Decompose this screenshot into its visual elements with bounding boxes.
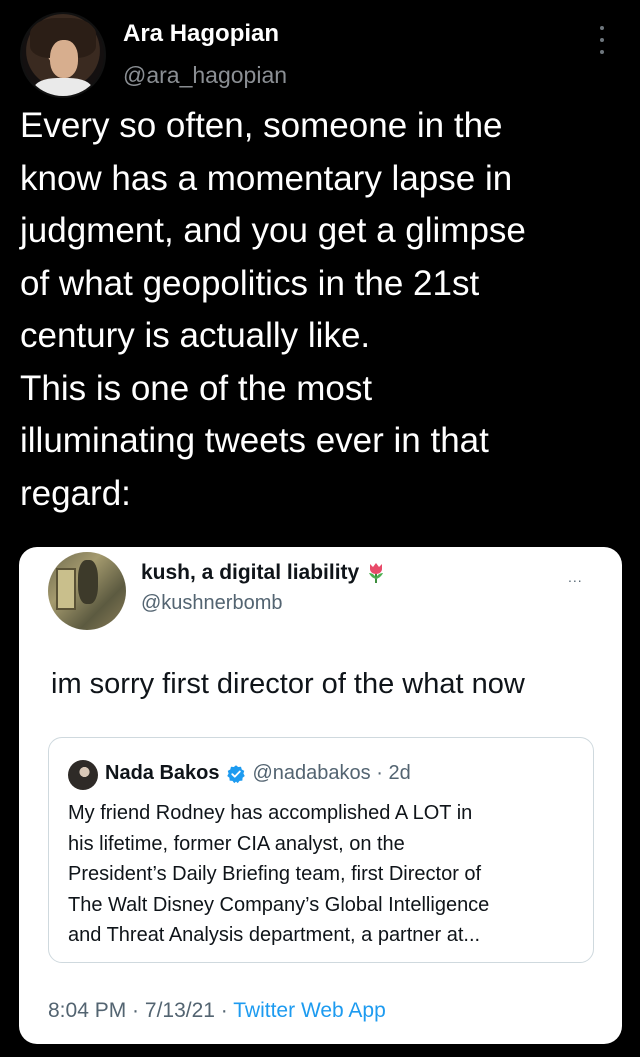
author-name[interactable]: Ara Hagopian bbox=[123, 20, 279, 48]
embedded-tweet-card[interactable]: kush, a digital liability @kushnerbomb .… bbox=[19, 547, 622, 1044]
quoted-tweet[interactable]: Nada Bakos @nadabakos · 2d My friend Rod… bbox=[48, 737, 594, 963]
dot bbox=[600, 38, 604, 42]
tweet-meta: 8:04 PM · 7/13/21 · Twitter Web App bbox=[48, 999, 386, 1023]
avatar-shirt bbox=[34, 78, 92, 96]
verified-badge-icon bbox=[226, 764, 245, 783]
quoted-text-line: My friend Rodney has accomplished A LOT … bbox=[68, 802, 473, 824]
dot bbox=[600, 50, 604, 54]
tweet-time[interactable]: 8:04 PM bbox=[48, 999, 126, 1022]
dot bbox=[600, 26, 604, 30]
author-handle[interactable]: @ara_hagopian bbox=[123, 62, 287, 89]
tweet-source-app[interactable]: Twitter Web App bbox=[233, 999, 386, 1022]
tweet-date[interactable]: 7/13/21 bbox=[145, 999, 215, 1022]
tulip-emoji-icon bbox=[369, 563, 384, 583]
avatar-painting-frame bbox=[56, 568, 76, 610]
tweet-text-line: know has a momentary lapse in bbox=[20, 158, 513, 198]
avatar-kushnerbomb[interactable] bbox=[48, 552, 126, 630]
avatar-figure bbox=[78, 560, 98, 604]
quoted-author-name[interactable]: Nada Bakos bbox=[105, 762, 220, 785]
separator-dot: · bbox=[214, 999, 234, 1022]
tweet-text-line: This is one of the most bbox=[20, 368, 373, 408]
quoted-tweet-text: My friend Rodney has accomplished A LOT … bbox=[68, 798, 578, 951]
tweet-text-line: of what geopolitics in the 21st bbox=[20, 263, 480, 303]
avatar-nadabakos[interactable] bbox=[68, 760, 98, 790]
separator-dot: · bbox=[126, 999, 145, 1022]
tweet-text-line: century is actually like. bbox=[20, 316, 371, 355]
quoted-tweet-header: Nada Bakos @nadabakos · 2d bbox=[105, 762, 411, 785]
embedded-author-handle[interactable]: @kushnerbomb bbox=[141, 592, 282, 615]
quoted-time[interactable]: 2d bbox=[388, 762, 410, 785]
separator-dot: · bbox=[370, 762, 389, 784]
tweet-text: Every so often, someone in the know has … bbox=[20, 100, 630, 520]
more-vertical-icon[interactable] bbox=[600, 26, 606, 54]
embedded-author-name: kush, a digital liability bbox=[141, 561, 360, 584]
tweet-text-line: regard: bbox=[20, 473, 131, 513]
avatar-ara-hagopian[interactable] bbox=[20, 12, 106, 98]
tweet-text-line: illuminating tweets ever in that bbox=[20, 421, 489, 460]
embedded-author-name-row[interactable]: kush, a digital liability bbox=[141, 561, 387, 585]
quoted-text-line: The Walt Disney Company’s Global Intelli… bbox=[68, 893, 490, 916]
quoted-text-line: his lifetime, former CIA analyst, on the bbox=[68, 832, 405, 855]
tweet-text-line: judgment, and you get a glimpse bbox=[20, 211, 526, 250]
quoted-text-line: President’s Daily Briefing team, first D… bbox=[68, 863, 482, 885]
embedded-tweet-text: im sorry first director of the what now bbox=[51, 668, 525, 700]
tweet-text-line: Every so often, someone in the bbox=[20, 106, 503, 145]
avatar-face bbox=[50, 40, 78, 78]
quoted-author-handle[interactable]: @nadabakos bbox=[253, 762, 371, 785]
more-horizontal-icon[interactable]: ... bbox=[568, 569, 583, 585]
quoted-text-line: and Threat Analysis department, a partne… bbox=[68, 924, 481, 946]
